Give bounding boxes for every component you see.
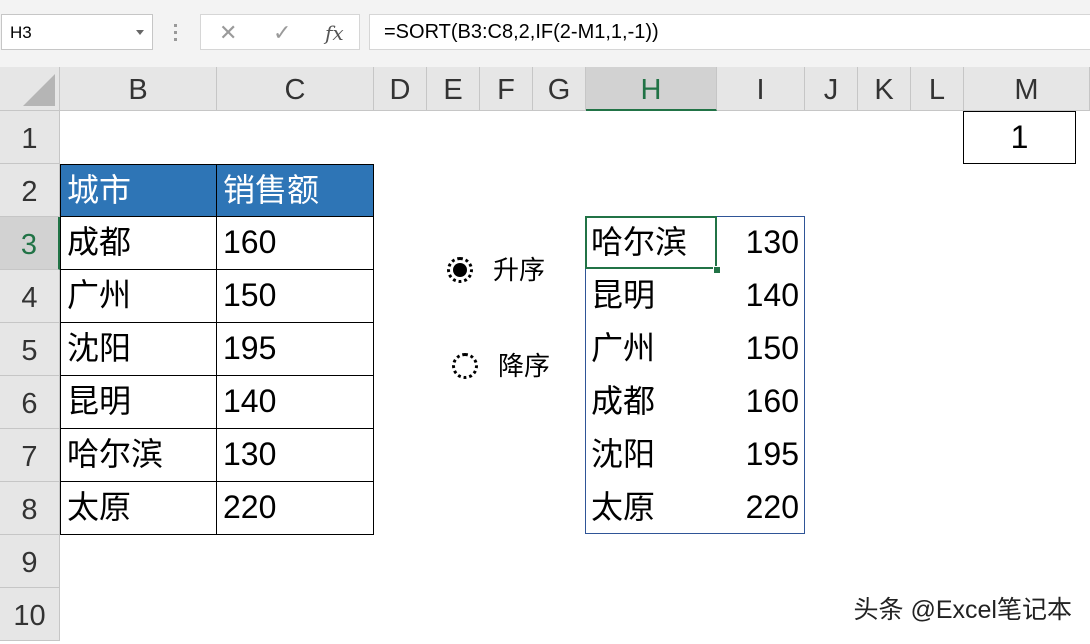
result-city-cell[interactable]: 沈阳 [591, 429, 655, 479]
result-city-cell[interactable]: 太原 [591, 482, 655, 532]
fill-handle[interactable] [713, 266, 721, 274]
cell-m1[interactable]: 1 [963, 111, 1076, 164]
city-cell[interactable]: 哈尔滨 [60, 429, 217, 482]
radio-descending-label: 降序 [498, 351, 551, 381]
column-header-k[interactable]: K [858, 67, 911, 111]
column-header-m[interactable]: M [964, 67, 1090, 111]
column-header-b[interactable]: B [60, 67, 217, 111]
sales-cell[interactable]: 160 [217, 217, 374, 270]
enter-icon[interactable]: ✓ [273, 20, 291, 46]
row-header-5[interactable]: 5 [0, 323, 60, 376]
row-header-7[interactable]: 7 [0, 429, 60, 482]
result-city-cell[interactable]: 广州 [591, 323, 655, 373]
sales-cell[interactable]: 140 [217, 376, 374, 429]
result-sales-cell[interactable]: 160 [717, 376, 799, 426]
chevron-down-icon[interactable] [136, 30, 144, 35]
radio-circle[interactable] [452, 353, 478, 379]
sales-cell[interactable]: 130 [217, 429, 374, 482]
row-header-9[interactable]: 9 [0, 535, 60, 588]
formula-bar-area: H3 ✕ ✓ fx =SORT(B3:C8,2,IF(2-M1,1,-1)) [0, 0, 1090, 67]
formula-text: =SORT(B3:C8,2,IF(2-M1,1,-1)) [384, 21, 659, 43]
result-city-cell[interactable]: 成都 [591, 376, 655, 426]
name-box-value: H3 [10, 23, 32, 42]
row-header-6[interactable]: 6 [0, 376, 60, 429]
result-city-cell[interactable]: 昆明 [591, 270, 655, 320]
radio-ascending-label: 升序 [493, 255, 546, 285]
row-header-4[interactable]: 4 [0, 270, 60, 323]
row-header-1[interactable]: 1 [0, 111, 60, 164]
column-header-f[interactable]: F [480, 67, 533, 111]
sales-cell[interactable]: 220 [217, 482, 374, 535]
column-header-d[interactable]: D [374, 67, 427, 111]
name-box[interactable]: H3 [1, 14, 153, 50]
row-header-2[interactable]: 2 [0, 164, 60, 217]
column-header-e[interactable]: E [427, 67, 480, 111]
sales-cell[interactable]: 150 [217, 270, 374, 323]
drag-handle-icon[interactable] [174, 24, 178, 42]
active-cell-border [585, 216, 717, 269]
header-cell-sales[interactable]: 销售额 [217, 164, 374, 217]
column-header-l[interactable]: L [911, 67, 964, 111]
radio-descending[interactable]: 降序 [452, 350, 572, 386]
watermark: 头条 @Excel笔记本 [853, 596, 1072, 624]
insert-function-icon[interactable]: fx [325, 21, 344, 45]
header-cell-city[interactable]: 城市 [60, 164, 217, 217]
city-cell[interactable]: 昆明 [60, 376, 217, 429]
result-sales-cell[interactable]: 150 [717, 323, 799, 373]
column-header-h[interactable]: H [586, 67, 717, 111]
cancel-icon[interactable]: ✕ [219, 20, 237, 46]
column-header-g[interactable]: G [533, 67, 586, 111]
row-header-10[interactable]: 10 [0, 588, 60, 641]
formula-buttons: ✕ ✓ fx [200, 14, 360, 50]
select-all-button[interactable] [0, 67, 60, 111]
city-cell[interactable]: 沈阳 [60, 323, 217, 376]
column-header-i[interactable]: I [717, 67, 805, 111]
city-cell[interactable]: 太原 [60, 482, 217, 535]
result-sales-cell[interactable]: 220 [717, 482, 799, 532]
result-sales-cell[interactable]: 140 [717, 270, 799, 320]
row-header-3[interactable]: 3 [0, 217, 60, 270]
result-sales-cell[interactable]: 195 [717, 429, 799, 479]
city-cell[interactable]: 成都 [60, 217, 217, 270]
radio-selected-dot [453, 263, 467, 277]
result-sales-cell[interactable]: 130 [717, 217, 799, 267]
formula-input[interactable]: =SORT(B3:C8,2,IF(2-M1,1,-1)) [369, 14, 1090, 50]
radio-ascending[interactable]: 升序 [447, 254, 567, 290]
city-cell[interactable]: 广州 [60, 270, 217, 323]
column-header-j[interactable]: J [805, 67, 858, 111]
column-header-c[interactable]: C [217, 67, 374, 111]
sales-cell[interactable]: 195 [217, 323, 374, 376]
row-header-8[interactable]: 8 [0, 482, 60, 535]
